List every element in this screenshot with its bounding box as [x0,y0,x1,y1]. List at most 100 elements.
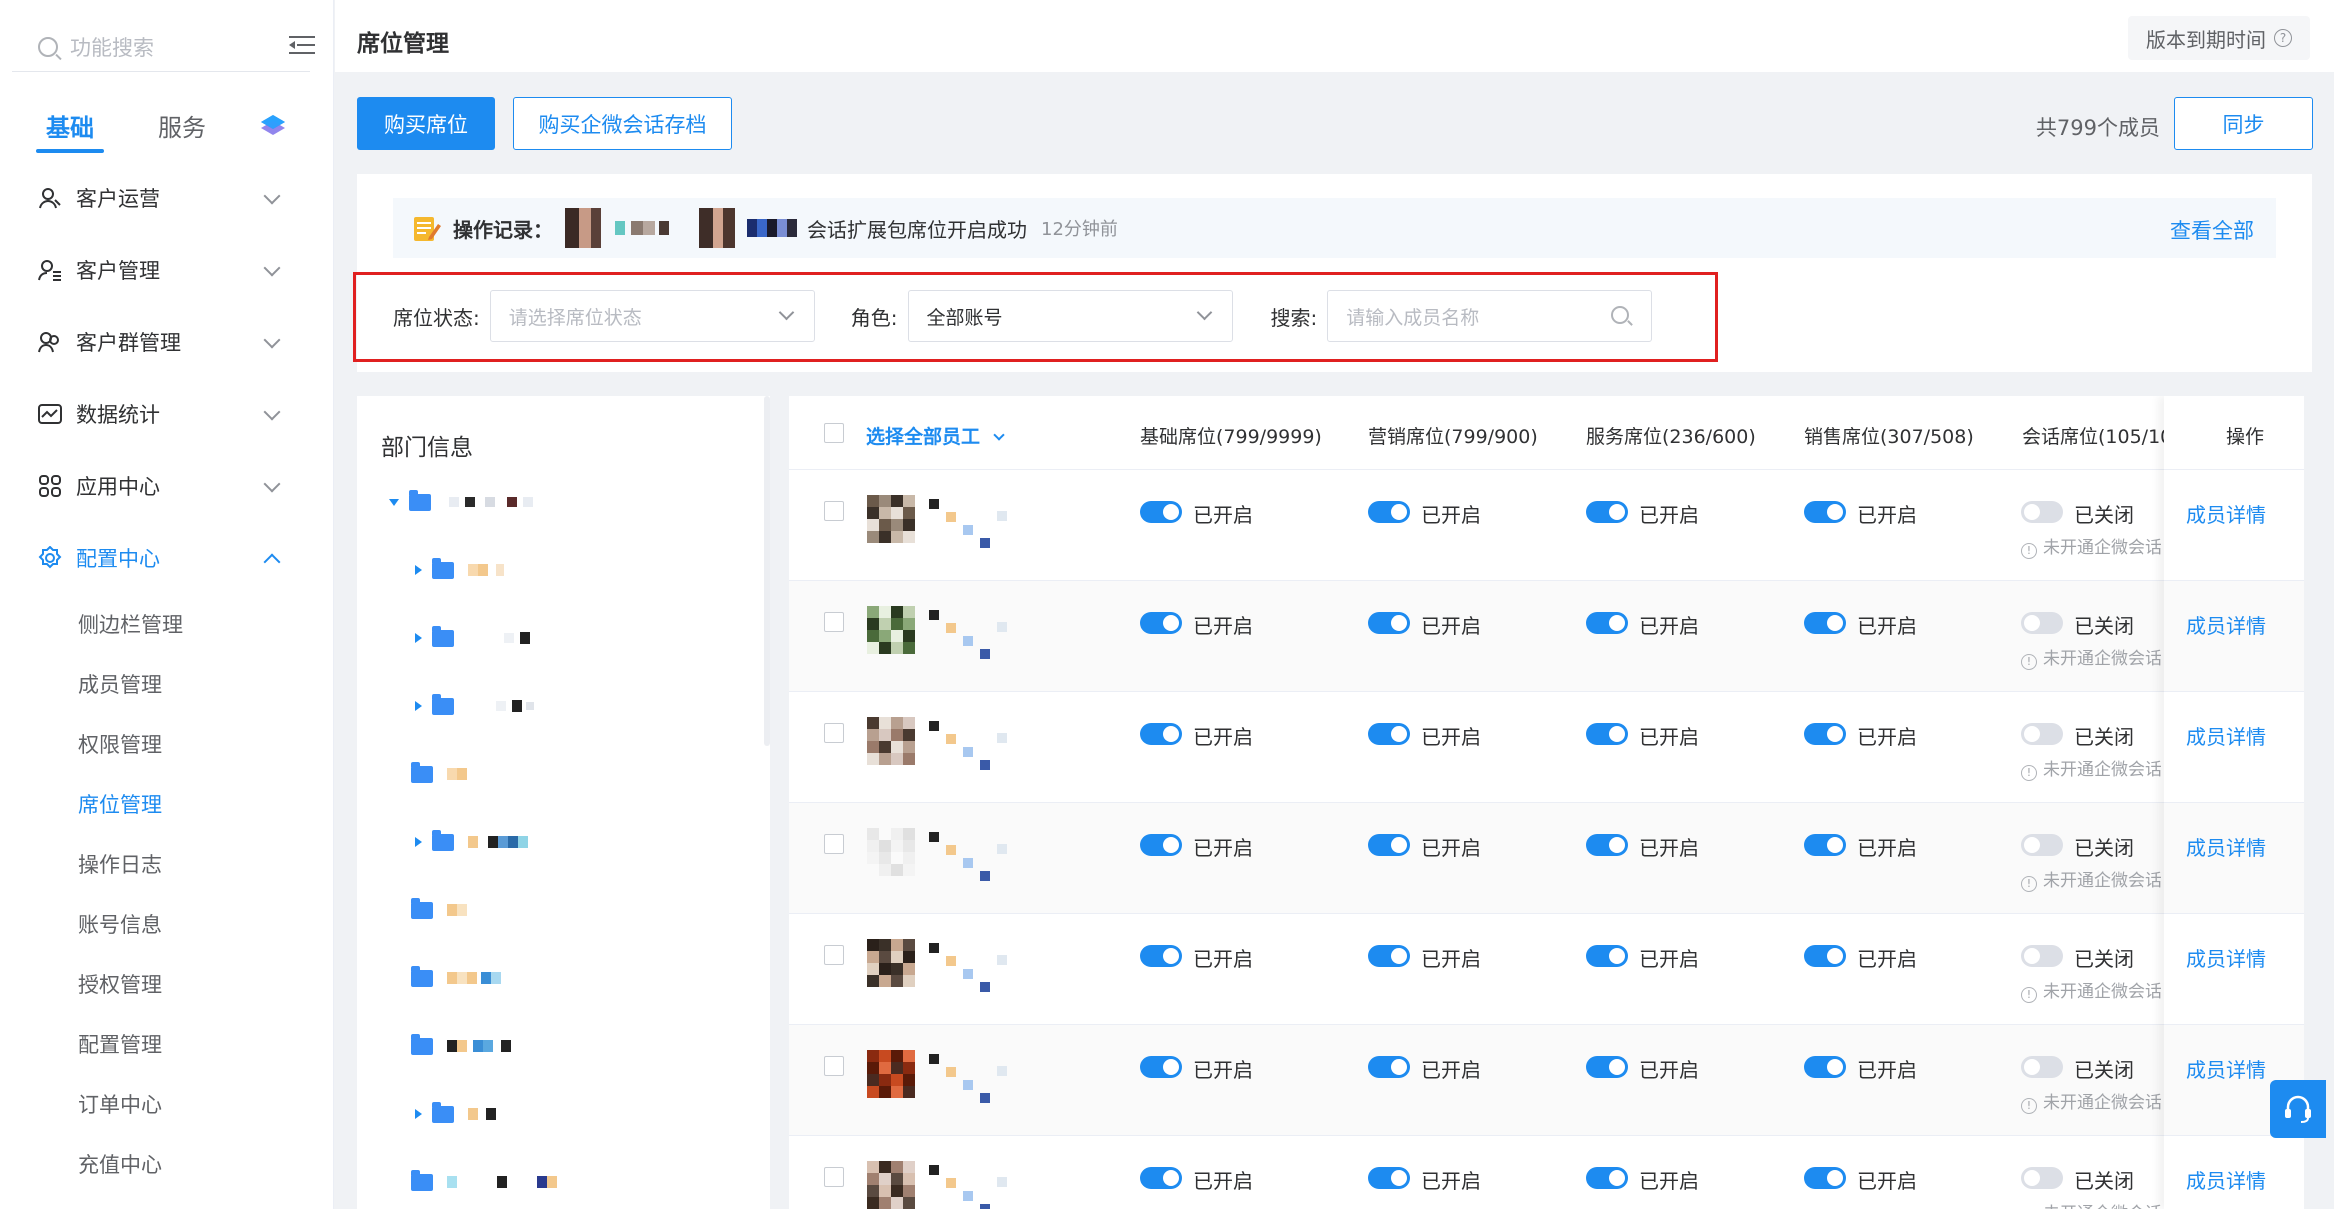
marketing-seat-toggle[interactable] [1368,1056,1410,1078]
collapse-menu-icon[interactable] [289,34,315,56]
select-all-employees[interactable]: 选择全部员工 [866,422,1005,449]
layers-icon[interactable] [260,112,286,138]
caret-right-icon[interactable] [415,1109,422,1119]
session-seat-toggle[interactable] [2021,1167,2063,1189]
menu-customer-group[interactable]: 客户群管理 [0,306,334,378]
department-node[interactable] [411,1032,511,1060]
basic-seat-toggle[interactable] [1140,1056,1182,1078]
submenu-recharge-center[interactable]: 充值中心 [0,1134,334,1194]
sync-button[interactable]: 同步 [2174,97,2313,150]
row-checkbox[interactable] [824,501,844,521]
submenu-account-info[interactable]: 账号信息 [0,894,334,954]
department-node[interactable] [415,692,534,720]
member-detail-link[interactable]: 成员详情 [2186,499,2266,528]
department-node[interactable] [415,556,504,584]
menu-customer-management[interactable]: 客户管理 [0,234,334,306]
department-scrollbar[interactable] [764,396,770,746]
tab-basic[interactable]: 基础 [36,108,104,153]
basic-seat-toggle[interactable] [1140,723,1182,745]
member-detail-link[interactable]: 成员详情 [2186,610,2266,639]
caret-right-icon[interactable] [415,701,422,711]
department-node[interactable] [411,760,467,788]
menu-config-center[interactable]: 配置中心 [0,522,334,594]
basic-seat-status: 已开启 [1193,725,1253,749]
marketing-seat-toggle[interactable] [1368,501,1410,523]
menu-data-statistics[interactable]: 数据统计 [0,378,334,450]
basic-seat-toggle[interactable] [1140,612,1182,634]
member-detail-link[interactable]: 成员详情 [2186,832,2266,861]
row-checkbox[interactable] [824,612,844,632]
menu-app-center[interactable]: 应用中心 [0,450,334,522]
marketing-seat-toggle[interactable] [1368,834,1410,856]
sales-seat-toggle[interactable] [1804,945,1846,967]
basic-seat-toggle[interactable] [1140,501,1182,523]
member-detail-link[interactable]: 成员详情 [2186,1054,2266,1083]
session-seat-toggle[interactable] [2021,723,2063,745]
submenu-authorization[interactable]: 授权管理 [0,954,334,1014]
basic-seat-toggle[interactable] [1140,834,1182,856]
marketing-seat-toggle[interactable] [1368,612,1410,634]
session-seat-toggle[interactable] [2021,1056,2063,1078]
sales-seat-toggle[interactable] [1804,1056,1846,1078]
sales-seat-toggle[interactable] [1804,501,1846,523]
caret-right-icon[interactable] [415,633,422,643]
submenu-sidebar-management[interactable]: 侧边栏管理 [0,594,334,654]
submenu-configuration[interactable]: 配置管理 [0,1014,334,1074]
marketing-seat-toggle[interactable] [1368,723,1410,745]
sales-seat-toggle[interactable] [1804,1167,1846,1189]
session-seat-toggle[interactable] [2021,834,2063,856]
department-node[interactable] [415,1100,496,1128]
service-seat-toggle[interactable] [1586,834,1628,856]
department-node[interactable] [411,896,467,924]
service-seat-toggle[interactable] [1586,723,1628,745]
service-seat-toggle[interactable] [1586,1167,1628,1189]
service-seat-toggle[interactable] [1586,1056,1628,1078]
member-detail-link[interactable]: 成员详情 [2186,721,2266,750]
session-seat-toggle[interactable] [2021,612,2063,634]
submenu-permission-management[interactable]: 权限管理 [0,714,334,774]
member-detail-link[interactable]: 成员详情 [2186,943,2266,972]
department-node[interactable] [411,1168,557,1196]
role-select[interactable]: 全部账号 [907,290,1233,342]
session-seat-toggle[interactable] [2021,501,2063,523]
caret-right-icon[interactable] [415,565,422,575]
select-all-checkbox[interactable] [824,423,844,443]
member-detail-link[interactable]: 成员详情 [2186,1165,2266,1194]
row-checkbox[interactable] [824,1056,844,1076]
member-search-input[interactable]: 请输入成员名称 [1327,290,1653,342]
basic-seat-toggle[interactable] [1140,945,1182,967]
service-seat-toggle[interactable] [1586,501,1628,523]
row-checkbox[interactable] [824,723,844,743]
submenu-order-center[interactable]: 订单中心 [0,1074,334,1134]
buy-archive-button[interactable]: 购买企微会话存档 [513,97,732,150]
buy-seat-button[interactable]: 购买席位 [357,97,495,150]
tab-service[interactable]: 服务 [158,108,206,143]
marketing-seat-toggle[interactable] [1368,945,1410,967]
marketing-seat-toggle[interactable] [1368,1167,1410,1189]
session-seat-toggle[interactable] [2021,945,2063,967]
row-checkbox[interactable] [824,834,844,854]
submenu-seat-management[interactable]: 席位管理 [0,774,334,834]
version-expire-button[interactable]: 版本到期时间 ? [2128,16,2310,60]
department-node[interactable] [415,828,528,856]
basic-seat-toggle[interactable] [1140,1167,1182,1189]
department-node[interactable] [415,624,530,652]
seat-status-select[interactable]: 请选择席位状态 [489,290,815,342]
row-checkbox[interactable] [824,945,844,965]
function-search[interactable]: 功能搜索 [12,22,310,72]
sales-seat-toggle[interactable] [1804,723,1846,745]
row-checkbox[interactable] [824,1167,844,1187]
submenu-member-management[interactable]: 成员管理 [0,654,334,714]
sales-seat-toggle[interactable] [1804,612,1846,634]
view-all-link[interactable]: 查看全部 [2170,215,2254,245]
submenu-operation-log[interactable]: 操作日志 [0,834,334,894]
sales-seat-toggle[interactable] [1804,834,1846,856]
department-node[interactable] [389,488,533,516]
customer-support-button[interactable] [2270,1080,2326,1138]
caret-down-icon[interactable] [389,498,399,506]
menu-customer-operation[interactable]: 客户运营 [0,162,334,234]
caret-right-icon[interactable] [415,837,422,847]
service-seat-toggle[interactable] [1586,945,1628,967]
service-seat-toggle[interactable] [1586,612,1628,634]
department-node[interactable] [411,964,501,992]
